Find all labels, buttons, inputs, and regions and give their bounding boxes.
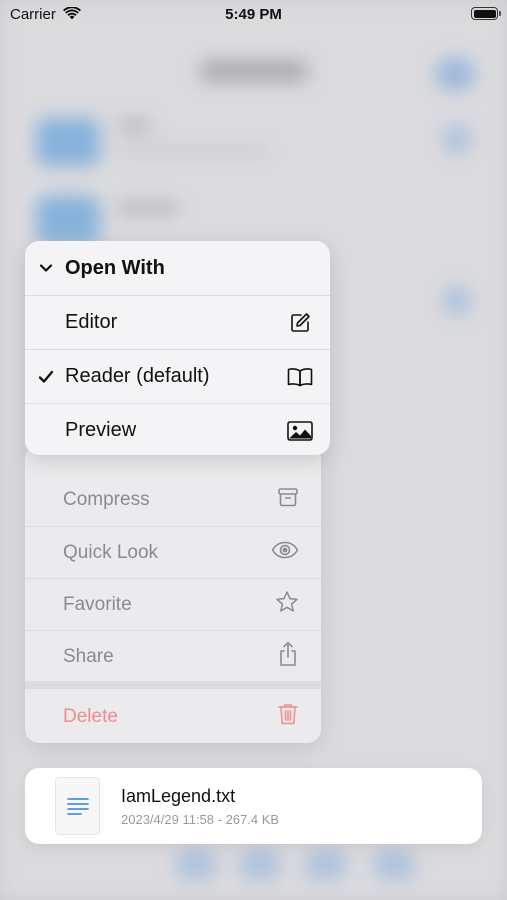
star-icon bbox=[275, 590, 299, 620]
battery-icon bbox=[471, 7, 501, 20]
photo-icon bbox=[270, 420, 330, 441]
open-with-item-label: Preview bbox=[65, 419, 137, 441]
open-with-item-reader[interactable]: Reader (default) bbox=[25, 349, 330, 403]
archive-icon bbox=[277, 486, 299, 514]
eye-icon bbox=[271, 541, 299, 565]
menu-item-favorite[interactable]: Favorite bbox=[25, 578, 321, 630]
file-preview-card[interactable]: IamLegend.txt 2023/4/29 11:58 - 267.4 KB bbox=[25, 768, 482, 844]
menu-separator bbox=[25, 681, 321, 689]
checkmark-icon bbox=[25, 370, 65, 384]
open-with-header[interactable]: Open With bbox=[25, 241, 330, 295]
context-menu: Compress Quick Look Favorite Share Delet… bbox=[25, 445, 321, 743]
menu-item-label: Share bbox=[63, 645, 114, 667]
compose-icon bbox=[270, 312, 330, 334]
menu-item-compress[interactable]: Compress bbox=[25, 474, 321, 526]
open-with-submenu: Open With Editor Reader (default) Previe bbox=[25, 241, 330, 455]
file-meta: 2023/4/29 11:58 - 267.4 KB bbox=[121, 812, 280, 827]
share-icon bbox=[277, 641, 299, 673]
menu-item-share[interactable]: Share bbox=[25, 630, 321, 682]
book-icon bbox=[270, 367, 330, 387]
menu-item-label: Quick Look bbox=[63, 541, 159, 563]
delete-label: Delete bbox=[63, 706, 118, 727]
trash-icon bbox=[277, 702, 299, 732]
status-time: 5:49 PM bbox=[225, 6, 282, 23]
menu-item-quick-look[interactable]: Quick Look bbox=[25, 526, 321, 578]
text-document-icon bbox=[55, 777, 100, 835]
open-with-title: Open With bbox=[65, 256, 165, 279]
menu-item-delete[interactable]: Delete bbox=[25, 691, 321, 743]
chevron-down-icon bbox=[25, 263, 65, 273]
status-bar: Carrier 5:49 PM bbox=[0, 0, 507, 28]
file-name: IamLegend.txt bbox=[121, 786, 236, 806]
menu-item-label: Compress bbox=[63, 489, 150, 510]
menu-item-label: Favorite bbox=[63, 593, 132, 615]
open-with-item-editor[interactable]: Editor bbox=[25, 295, 330, 349]
open-with-item-label: Editor bbox=[65, 311, 118, 333]
open-with-item-preview[interactable]: Preview bbox=[25, 403, 330, 455]
open-with-item-label: Reader (default) bbox=[65, 365, 210, 387]
